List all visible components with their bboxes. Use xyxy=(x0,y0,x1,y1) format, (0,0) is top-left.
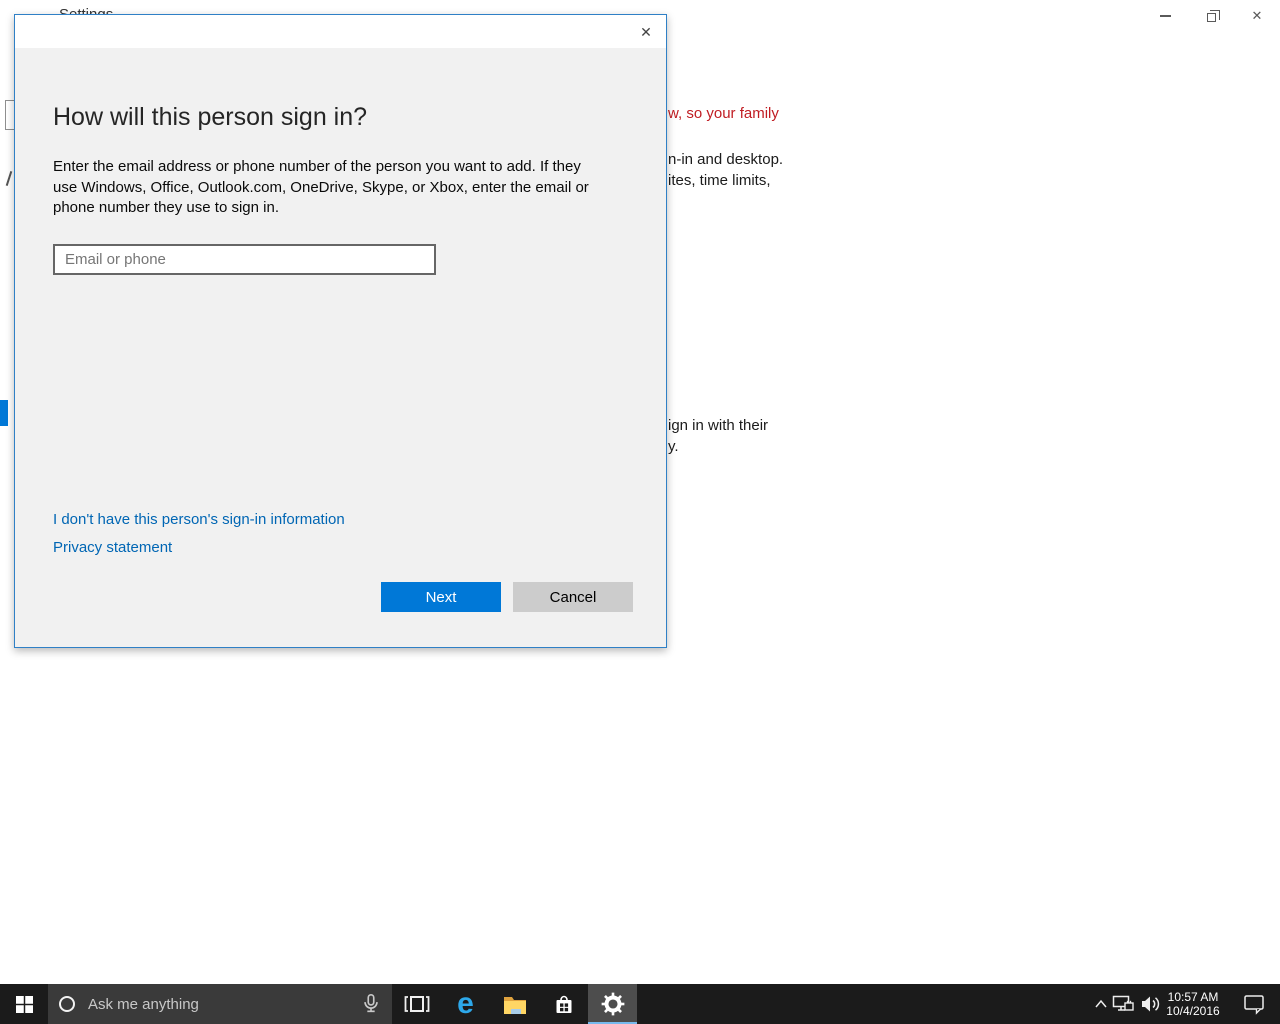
settings-gear-icon xyxy=(601,992,624,1016)
edge-icon: e xyxy=(457,987,474,1020)
cortana-search-box[interactable]: Ask me anything xyxy=(48,984,392,1024)
minimize-button[interactable] xyxy=(1142,0,1188,32)
background-text-fragment: w, so your family xyxy=(668,105,779,122)
restore-icon xyxy=(1206,9,1220,22)
show-hidden-icons-button[interactable] xyxy=(1092,984,1110,1024)
cortana-icon xyxy=(59,996,75,1012)
settings-app-button[interactable] xyxy=(588,984,637,1024)
dialog-titlebar xyxy=(15,15,666,48)
dialog-body-text: Enter the email address or phone number … xyxy=(53,158,589,216)
file-explorer-icon xyxy=(503,997,526,1014)
clock-tray-button[interactable]: 10:57 AM 10/4/2016 xyxy=(1160,984,1226,1024)
network-tray-button[interactable] xyxy=(1110,984,1136,1024)
action-center-icon xyxy=(1244,995,1264,1015)
background-text-fragment: ign in with their xyxy=(668,417,769,434)
file-explorer-button[interactable] xyxy=(490,984,539,1024)
chevron-up-icon xyxy=(1095,999,1107,1008)
dialog-close-button[interactable]: ✕ xyxy=(633,20,659,44)
task-view-button[interactable] xyxy=(392,984,441,1024)
store-button[interactable] xyxy=(539,984,588,1024)
background-text-fragment: n-in and desktop. xyxy=(668,151,784,168)
restore-button[interactable] xyxy=(1188,0,1234,32)
clock-date: 10/4/2016 xyxy=(1166,1004,1220,1018)
store-icon xyxy=(556,995,571,1013)
microphone-icon[interactable] xyxy=(360,992,382,1016)
minimize-icon xyxy=(1159,15,1171,17)
clock-time: 10:57 AM xyxy=(1167,990,1219,1004)
close-window-button[interactable]: ✕ xyxy=(1234,0,1280,32)
close-icon: ✕ xyxy=(640,23,652,40)
network-ethernet-icon xyxy=(1112,995,1134,1011)
background-text-fragment-mark xyxy=(5,171,13,186)
window-controls: ✕ xyxy=(1142,0,1280,32)
close-icon: ✕ xyxy=(1251,8,1263,23)
privacy-statement-link[interactable]: Privacy statement xyxy=(53,539,172,556)
no-signin-info-link[interactable]: I don't have this person's sign-in infor… xyxy=(53,511,345,528)
start-button[interactable] xyxy=(0,984,48,1024)
dialog-heading: How will this person sign in? xyxy=(53,103,368,131)
windows-logo-icon xyxy=(15,995,33,1013)
cancel-button[interactable]: Cancel xyxy=(513,582,633,612)
speaker-icon xyxy=(1142,996,1160,1012)
task-view-icon xyxy=(404,996,429,1012)
edge-browser-button[interactable]: e xyxy=(441,984,490,1024)
background-text-fragment: y. xyxy=(668,438,679,455)
desktop-screen: ← Settings ✕ w, so your family n-in and … xyxy=(0,0,1280,1024)
search-placeholder: Ask me anything xyxy=(88,995,199,1013)
email-or-phone-input[interactable] xyxy=(53,244,436,275)
sidebar-selection-indicator xyxy=(0,400,8,426)
taskbar: Ask me anything e 10:57 AM 10/4/2016 xyxy=(0,984,1280,1024)
add-person-dialog: ✕ How will this person sign in? Enter th… xyxy=(14,14,667,648)
next-button[interactable]: Next xyxy=(381,582,501,612)
background-text-fragment: ites, time limits, xyxy=(668,172,771,189)
action-center-button[interactable] xyxy=(1240,984,1268,1024)
